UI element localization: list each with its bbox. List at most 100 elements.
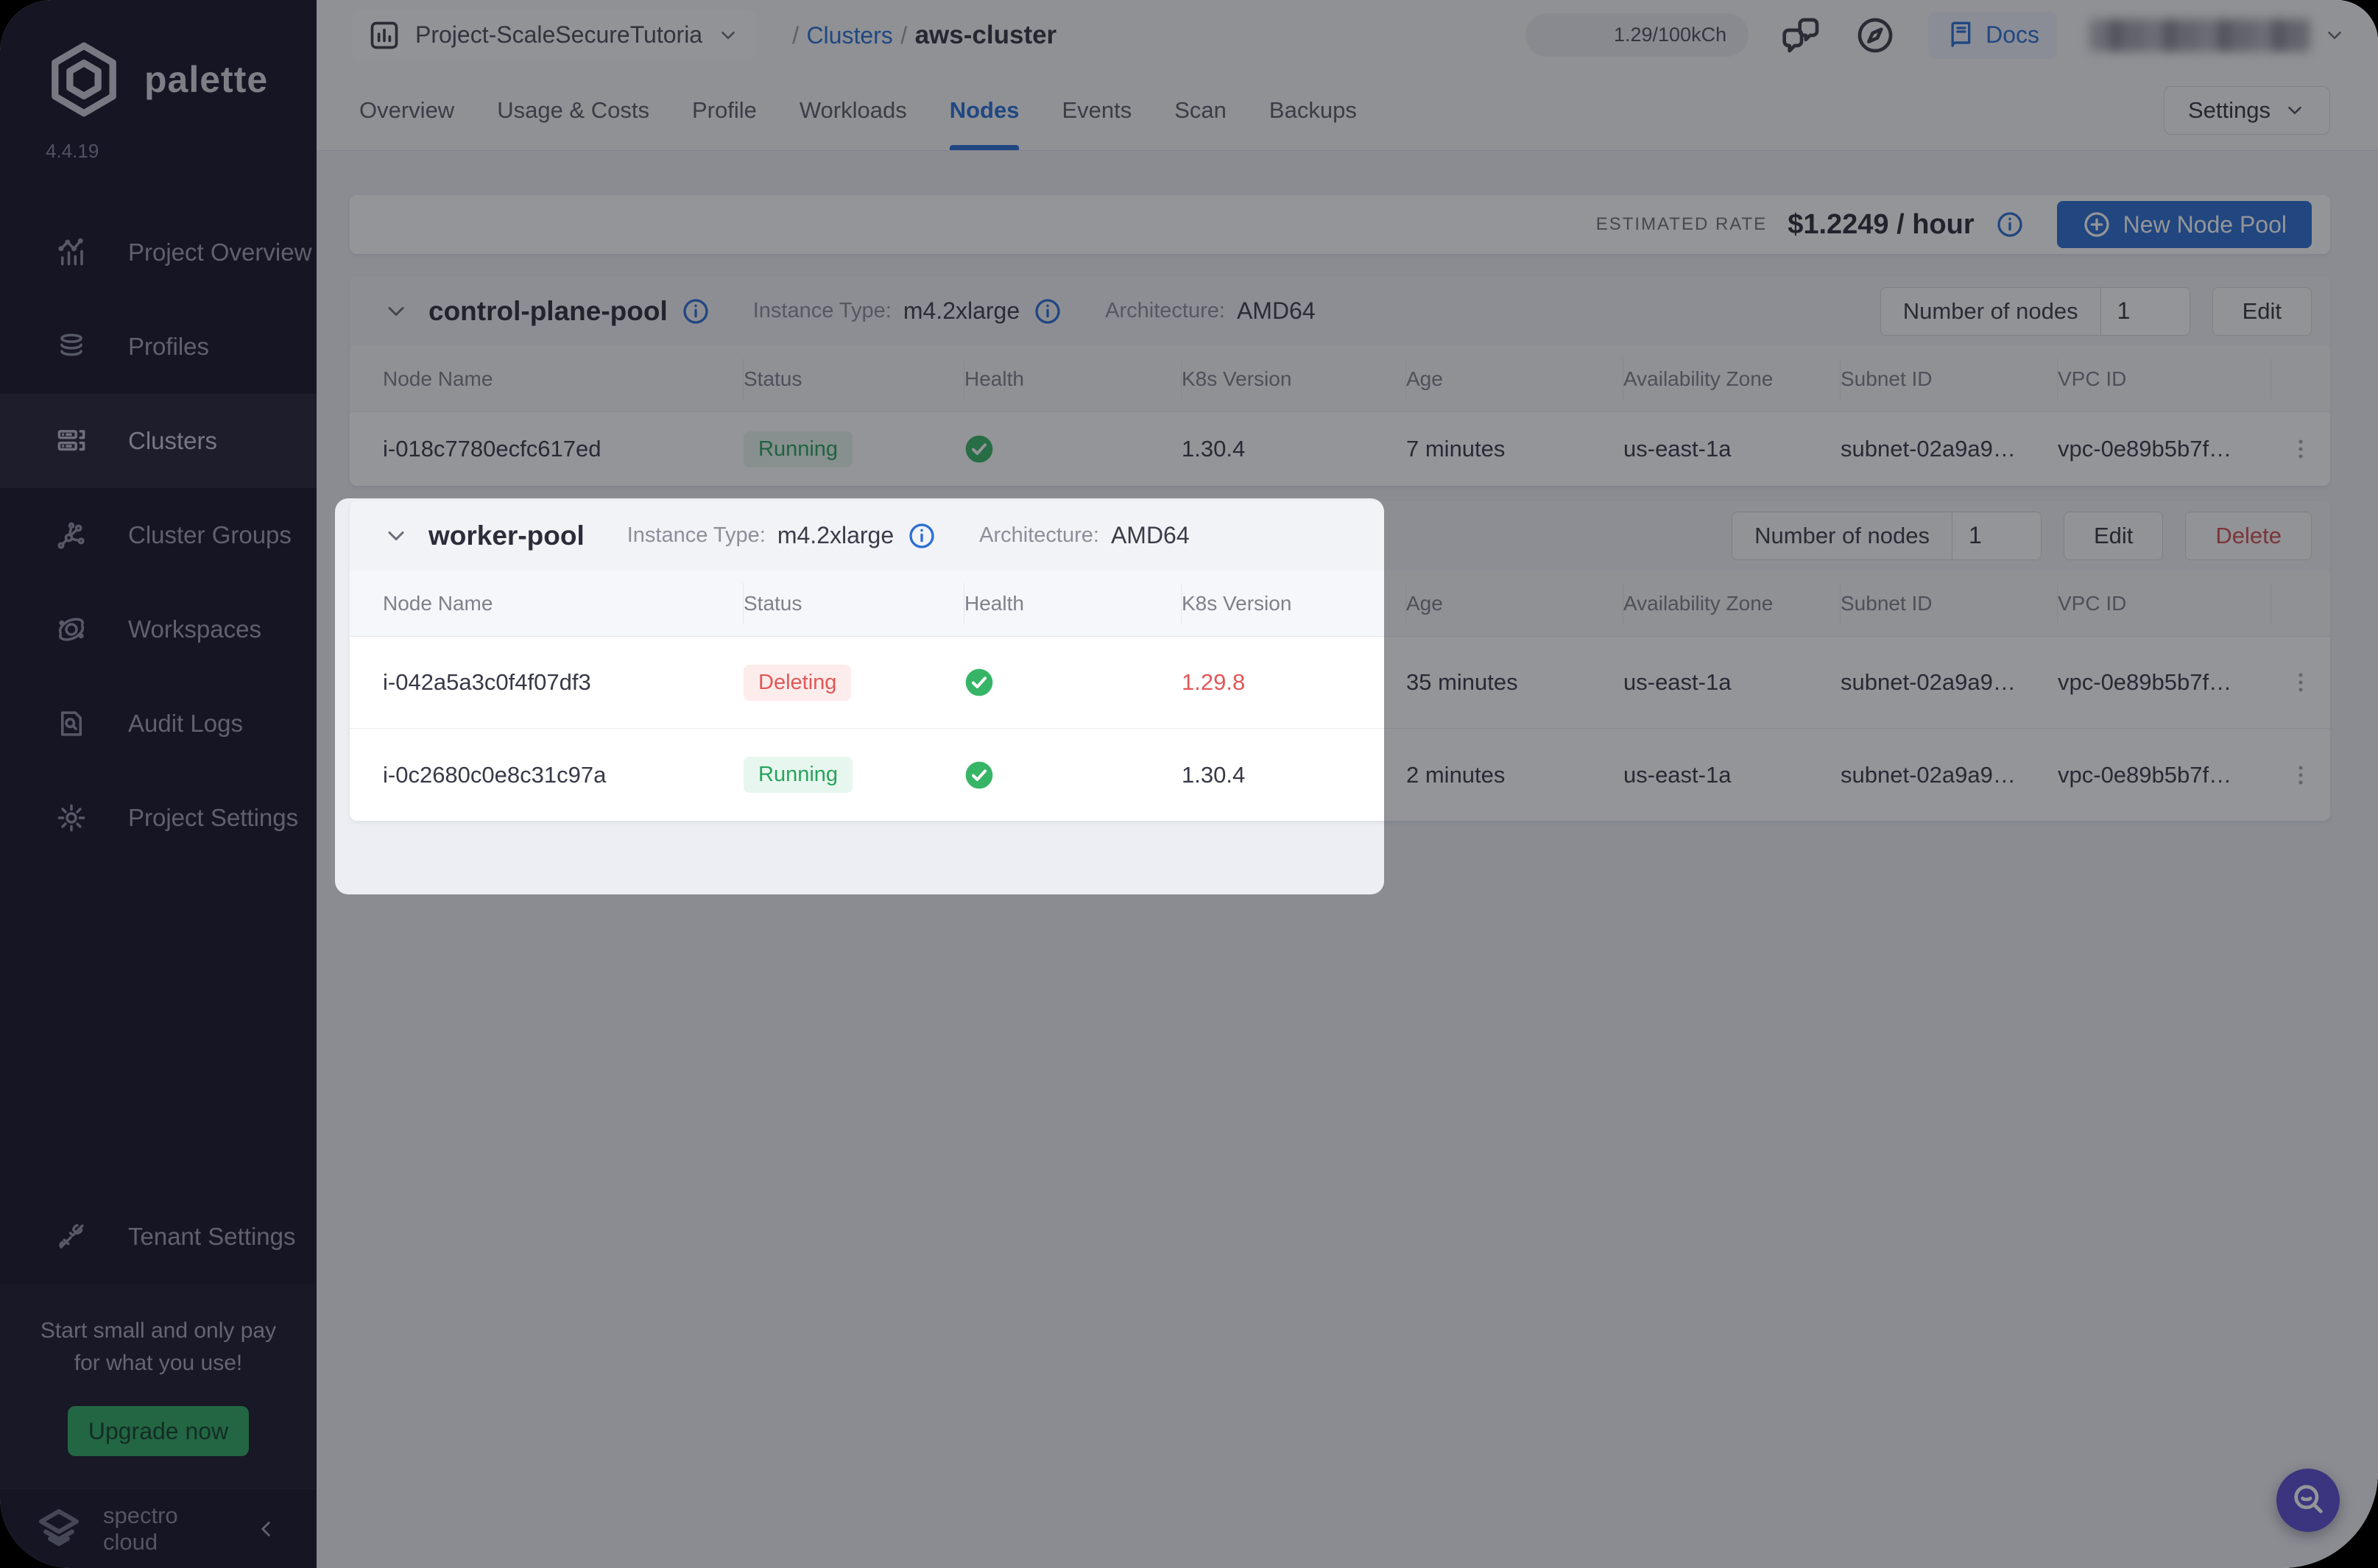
usage-credits-badge: 1.29/100kCh — [1525, 13, 1749, 57]
sidebar-item-label: Clusters — [128, 427, 217, 455]
sidebar-item-tenant-settings[interactable]: Tenant Settings — [0, 1190, 317, 1284]
estimated-rate-value: $1.2249 / hour — [1788, 209, 1974, 241]
edit-pool-button[interactable]: Edit — [2212, 287, 2312, 336]
pool-name: worker-pool — [428, 520, 585, 551]
subnet-id: subnet-02a9a9… — [1841, 762, 2058, 788]
chevron-down-icon — [717, 24, 739, 46]
network-icon — [56, 520, 87, 551]
info-icon[interactable] — [681, 297, 710, 326]
main-area: Project-ScaleSecureTutoria / Clusters / … — [317, 0, 2378, 1568]
instance-type-value: m4.2xlarge — [903, 297, 1020, 325]
project-chart-icon — [368, 19, 401, 52]
app-version: 4.4.19 — [0, 121, 317, 163]
health-check-icon — [964, 760, 994, 790]
new-node-pool-button[interactable]: New Node Pool — [2057, 201, 2312, 248]
logo-text: palette — [144, 58, 268, 101]
row-menu-icon[interactable] — [2288, 763, 2313, 788]
info-icon[interactable] — [1995, 210, 2025, 239]
node-name: i-0c2680c0e8c31c97a — [383, 762, 744, 788]
tab-scan[interactable]: Scan — [1174, 70, 1227, 150]
chevron-down-icon[interactable] — [383, 523, 409, 549]
k8s-version: 1.30.4 — [1182, 762, 1406, 788]
nodes-content: ESTIMATED RATE $1.2249 / hour New Node P… — [317, 151, 2378, 1568]
node-name: i-042a5a3c0f4f07df3 — [383, 669, 744, 696]
vpc-id: vpc-0e89b5b7f… — [2058, 436, 2271, 462]
info-icon[interactable] — [907, 521, 936, 551]
subnet-id: subnet-02a9a9… — [1841, 669, 2058, 696]
control-plane-pool-section: control-plane-pool Instance Type: m4.2xl… — [350, 276, 2330, 486]
k8s-version: 1.30.4 — [1182, 436, 1406, 462]
user-menu[interactable] — [2089, 19, 2346, 52]
k8s-version: 1.29.8 — [1182, 669, 1406, 696]
chart-icon — [56, 237, 87, 268]
table-row: i-0c2680c0e8c31c97a Running 1.30.4 2 min… — [350, 729, 2330, 821]
row-menu-icon[interactable] — [2288, 670, 2313, 695]
architecture-value: AMD64 — [1111, 522, 1190, 549]
sidebar-item-workspaces[interactable]: Workspaces — [0, 582, 317, 677]
collapse-sidebar-icon[interactable] — [253, 1516, 278, 1541]
clusters-icon — [56, 425, 87, 456]
search-assistant-fab[interactable] — [2276, 1469, 2340, 1532]
tab-nodes[interactable]: Nodes — [950, 70, 1020, 150]
estimated-rate-label: ESTIMATED RATE — [1596, 214, 1767, 235]
number-of-nodes-group: Number of nodes — [1880, 287, 2190, 336]
sidebar: palette 4.4.19 Project Overview Profiles — [0, 0, 317, 1568]
node-name: i-018c7780ecfc617ed — [383, 436, 744, 462]
cluster-tabs: Overview Usage & Costs Profile Workloads… — [317, 70, 2378, 151]
tab-overview[interactable]: Overview — [359, 70, 454, 150]
edit-pool-button[interactable]: Edit — [2064, 512, 2163, 560]
number-of-nodes-group: Number of nodes — [1732, 512, 2042, 560]
chevron-down-icon — [2284, 99, 2306, 121]
sidebar-footer: spectro cloud — [0, 1488, 317, 1568]
sidebar-item-profiles[interactable]: Profiles — [0, 300, 317, 394]
node-age: 7 minutes — [1406, 436, 1623, 462]
breadcrumb-clusters-link[interactable]: Clusters — [806, 22, 892, 49]
promo-text: Start small and only pay for what you us… — [0, 1315, 317, 1380]
gear-icon — [56, 802, 87, 833]
row-menu-icon[interactable] — [2288, 437, 2313, 462]
tab-profile[interactable]: Profile — [692, 70, 757, 150]
subnet-id: subnet-02a9a9… — [1841, 436, 2058, 462]
sidebar-item-clusters[interactable]: Clusters — [0, 394, 317, 488]
plus-circle-icon — [2082, 210, 2111, 239]
table-header-row: Node Name Status Health K8s Version Age … — [350, 571, 2330, 637]
palette-logo-icon — [43, 38, 125, 121]
sidebar-item-cluster-groups[interactable]: Cluster Groups — [0, 488, 317, 582]
node-age: 2 minutes — [1406, 762, 1623, 788]
sidebar-item-audit-logs[interactable]: Audit Logs — [0, 677, 317, 771]
nodes-count-input[interactable] — [1952, 512, 2041, 559]
nodes-count-input[interactable] — [2101, 288, 2190, 335]
sidebar-nav: Project Overview Profiles Clusters — [0, 205, 317, 865]
worker-pool-section: worker-pool Instance Type: m4.2xlarge Ar… — [350, 501, 2330, 821]
project-selector[interactable]: Project-ScaleSecureTutoria — [352, 10, 755, 60]
pool-name: control-plane-pool — [428, 296, 668, 327]
sidebar-item-project-overview[interactable]: Project Overview — [0, 205, 317, 300]
sidebar-item-label: Profiles — [128, 333, 209, 361]
chat-icon[interactable] — [1781, 15, 1822, 56]
settings-button[interactable]: Settings — [2164, 86, 2330, 135]
search-smile-icon — [2289, 1481, 2327, 1519]
table-header-row: Node Name Status Health K8s Version Age … — [350, 346, 2330, 412]
sidebar-item-label: Project Settings — [128, 804, 298, 832]
tab-usage-costs[interactable]: Usage & Costs — [497, 70, 649, 150]
user-name-redacted — [2089, 19, 2310, 52]
vpc-id: vpc-0e89b5b7f… — [2058, 762, 2271, 788]
sidebar-item-project-settings[interactable]: Project Settings — [0, 771, 317, 865]
instance-type-value: m4.2xlarge — [777, 522, 894, 549]
delete-pool-button[interactable]: Delete — [2185, 512, 2312, 560]
tab-events[interactable]: Events — [1062, 70, 1132, 150]
chevron-down-icon[interactable] — [383, 298, 409, 325]
project-name: Project-ScaleSecureTutoria — [415, 21, 702, 49]
top-header: Project-ScaleSecureTutoria / Clusters / … — [317, 0, 2378, 70]
tab-workloads[interactable]: Workloads — [800, 70, 907, 150]
upgrade-now-button[interactable]: Upgrade now — [68, 1406, 249, 1456]
info-icon[interactable] — [1033, 297, 1062, 326]
docs-button[interactable]: Docs — [1928, 12, 2057, 59]
palette-logo: palette — [0, 0, 317, 121]
node-age: 35 minutes — [1406, 669, 1623, 696]
layers-icon — [56, 331, 87, 362]
availability-zone: us-east-1a — [1623, 669, 1841, 696]
compass-icon[interactable] — [1855, 15, 1896, 56]
tab-backups[interactable]: Backups — [1269, 70, 1357, 150]
app-window: palette 4.4.19 Project Overview Profiles — [0, 0, 2378, 1568]
